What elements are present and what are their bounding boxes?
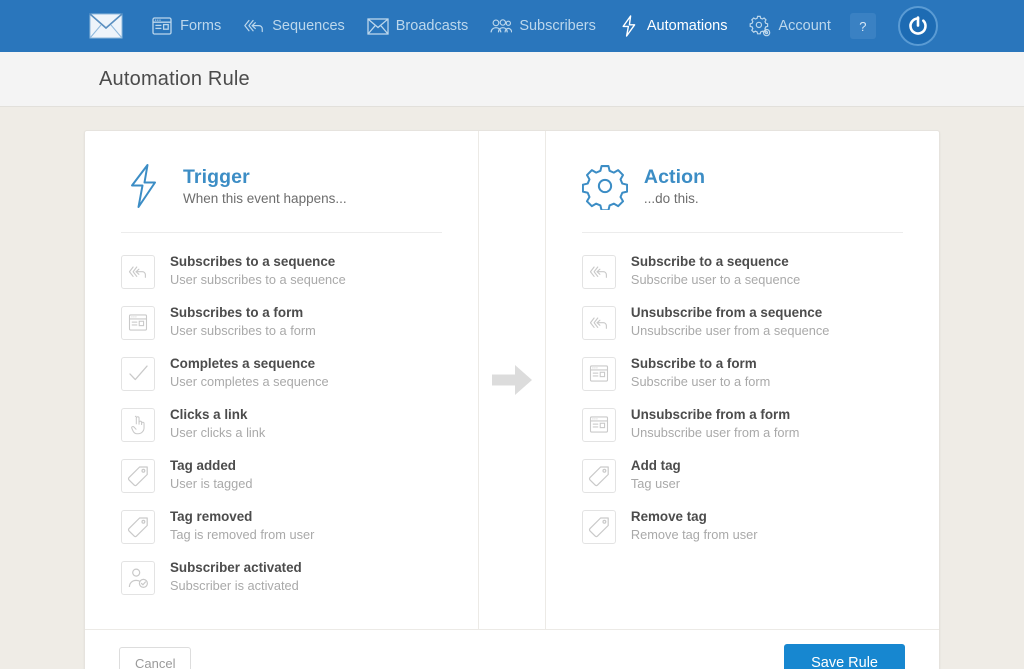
nav-label-sequences: Sequences [272, 18, 345, 34]
nav-label-automations: Automations [646, 18, 728, 34]
option-subtitle: Subscribe user to a form [630, 374, 771, 390]
option-subtitle: Subscriber is activated [170, 578, 299, 594]
nav-label-forms: Forms [180, 18, 222, 34]
action-option-remove-tag[interactable]: Remove tag Remove tag from user [581, 501, 903, 552]
nav-item-sequences[interactable]: Sequences [232, 0, 356, 52]
lightning-bolt-icon [121, 162, 167, 210]
option-subtitle: User is tagged [170, 476, 253, 492]
trigger-option-subscribes-to-a-form[interactable]: Subscribes to a form User subscribes to … [121, 297, 442, 348]
envelope-icon [367, 15, 389, 37]
trigger-heading: Trigger [183, 166, 250, 189]
nav-label-subscribers: Subscribers [519, 18, 596, 34]
action-option-subscribe-to-a-form[interactable]: Subscribe to a form Subscribe user to a … [581, 348, 903, 399]
tag-icon [121, 458, 155, 493]
option-subtitle: Tag is removed from user [170, 527, 315, 543]
nav-item-automations[interactable]: Automations [607, 0, 739, 52]
nav-item-subscribers[interactable]: Subscribers [479, 0, 607, 52]
form-window-icon [581, 356, 616, 391]
pointing-hand-icon [121, 407, 155, 442]
option-subtitle: User clicks a link [170, 425, 266, 441]
nav-item-forms[interactable]: Forms [140, 0, 232, 52]
option-title: Add tag [630, 458, 681, 474]
top-navigation-bar: Forms Sequences Broadcasts Subscribers A… [0, 0, 1024, 52]
trigger-option-tag-added[interactable]: Tag added User is tagged [121, 450, 442, 501]
option-subtitle: User completes a sequence [170, 374, 329, 390]
option-title: Unsubscribe from a form [630, 407, 791, 423]
nav-label-account: Account [778, 18, 831, 34]
trigger-option-clicks-a-link[interactable]: Clicks a link User clicks a link [121, 399, 442, 450]
page-title-bar: Automation Rule [0, 52, 1024, 107]
action-option-unsubscribe-from-a-form[interactable]: Unsubscribe from a form Unsubscribe user… [581, 399, 903, 450]
trigger-option-completes-a-sequence[interactable]: Completes a sequence User completes a se… [121, 348, 442, 399]
option-title: Subscriber activated [170, 560, 302, 576]
gear-icon [581, 162, 628, 210]
tag-icon [121, 509, 155, 544]
nav-item-account[interactable]: Account [738, 0, 841, 52]
lightning-icon [618, 15, 640, 37]
option-title: Completes a sequence [170, 356, 316, 372]
option-title: Unsubscribe from a sequence [630, 305, 823, 321]
cancel-button[interactable]: Cancel [119, 646, 192, 669]
trigger-option-tag-removed[interactable]: Tag removed Tag is removed from user [121, 501, 442, 552]
trigger-option-subscriber-activated[interactable]: Subscriber activated Subscriber is activ… [121, 552, 442, 603]
person-check-icon [121, 560, 155, 595]
nav-item-broadcasts[interactable]: Broadcasts [356, 0, 480, 52]
trigger-header: Trigger When this event happens... [121, 162, 443, 233]
action-heading: Action [643, 166, 706, 189]
option-subtitle: Tag user [630, 476, 680, 492]
trigger-subheading: When this event happens... [183, 190, 347, 206]
double-arrow-icon [581, 305, 616, 340]
action-column: Action ...do this. Subscribe to a sequen… [546, 131, 939, 629]
form-window-icon [151, 15, 173, 37]
option-subtitle: Subscribe user to a sequence [630, 272, 801, 288]
arrow-right-icon [490, 363, 534, 397]
gear-icon [749, 15, 771, 37]
option-title: Tag removed [170, 509, 253, 525]
option-subtitle: Remove tag from user [630, 527, 758, 543]
option-subtitle: Unsubscribe user from a sequence [630, 323, 830, 339]
nav-label-broadcasts: Broadcasts [395, 18, 469, 34]
card-body: Trigger When this event happens... Subsc… [85, 131, 939, 629]
option-title: Tag added [170, 458, 236, 474]
double-arrow-icon [121, 254, 155, 289]
user-avatar[interactable] [897, 6, 938, 46]
option-title: Subscribes to a form [170, 305, 304, 321]
app-logo-icon[interactable] [86, 6, 126, 46]
action-option-subscribe-to-a-sequence[interactable]: Subscribe to a sequence Subscribe user t… [581, 246, 903, 297]
help-button[interactable]: ? [849, 13, 876, 39]
checkmark-icon [121, 356, 155, 391]
trigger-column: Trigger When this event happens... Subsc… [85, 131, 478, 629]
option-title: Subscribe to a form [630, 356, 757, 372]
content-stage: Trigger When this event happens... Subsc… [0, 107, 1024, 669]
power-avatar-icon [909, 16, 927, 35]
action-option-unsubscribe-from-a-sequence[interactable]: Unsubscribe from a sequence Unsubscribe … [581, 297, 903, 348]
option-title: Subscribes to a sequence [170, 254, 336, 270]
option-subtitle: Unsubscribe user from a form [630, 425, 800, 441]
option-subtitle: User subscribes to a sequence [170, 272, 346, 288]
action-header: Action ...do this. [581, 162, 903, 233]
automation-rule-card: Trigger When this event happens... Subsc… [84, 130, 940, 669]
people-icon [490, 15, 513, 37]
trigger-option-subscribes-to-a-sequence[interactable]: Subscribes to a sequence User subscribes… [121, 246, 442, 297]
form-window-icon [121, 305, 155, 340]
form-window-icon [581, 407, 616, 442]
save-rule-button[interactable]: Save Rule [784, 644, 905, 669]
option-subtitle: User subscribes to a form [170, 323, 316, 339]
card-footer: Cancel Save Rule [85, 629, 939, 669]
tag-icon [581, 509, 616, 544]
option-title: Clicks a link [170, 407, 248, 423]
double-arrow-icon [581, 254, 616, 289]
action-option-add-tag[interactable]: Add tag Tag user [581, 450, 903, 501]
tag-icon [581, 458, 616, 493]
action-subheading: ...do this. [643, 190, 699, 206]
connector-column [478, 131, 546, 629]
double-arrow-icon [243, 15, 265, 37]
option-title: Remove tag [630, 509, 707, 525]
page-title: Automation Rule [99, 67, 250, 90]
option-title: Subscribe to a sequence [630, 254, 789, 270]
